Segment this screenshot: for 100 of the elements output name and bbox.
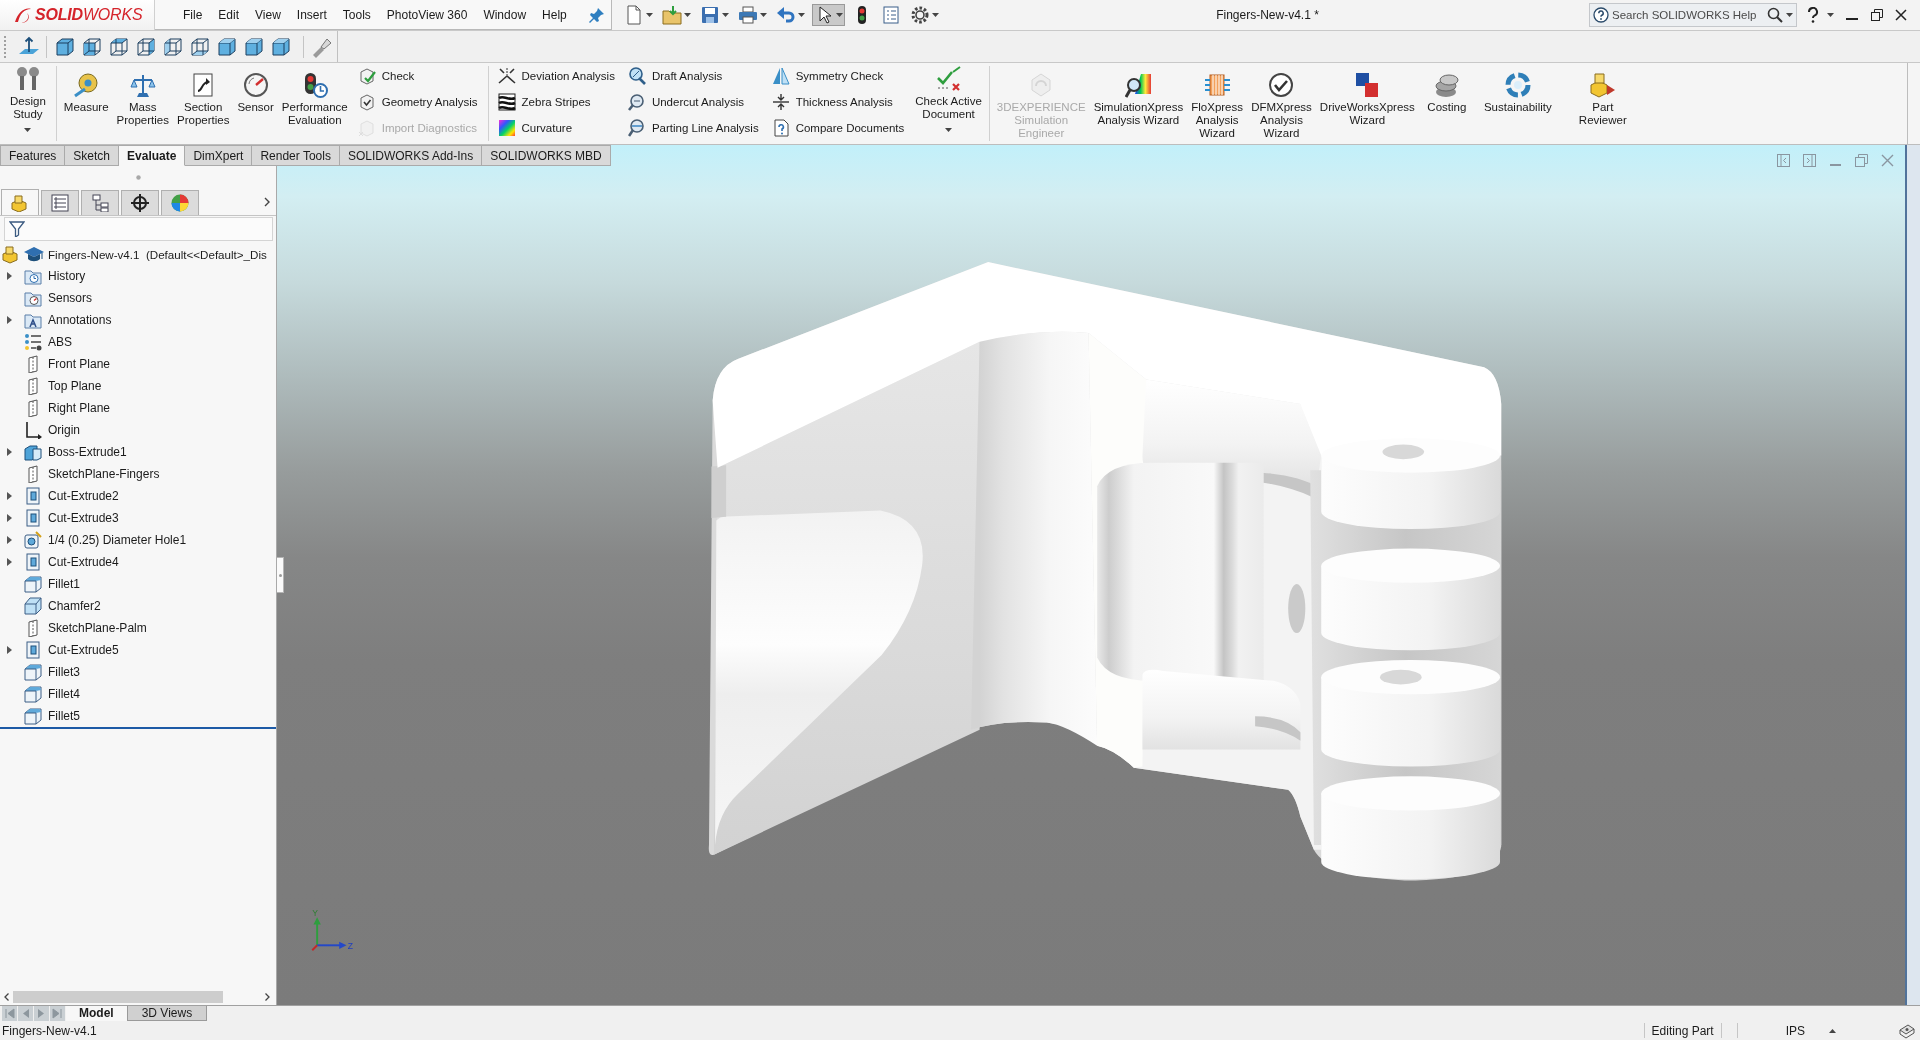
expand-arrow-icon[interactable] <box>7 272 12 280</box>
tree-item[interactable]: Cut-Extrude5 <box>48 643 119 657</box>
scrollbar-thumb[interactable] <box>13 991 223 1003</box>
ribbon-button[interactable]: Section Properties <box>173 66 234 127</box>
ribbon-button[interactable]: Zebra Stripes <box>497 92 615 112</box>
menu-item[interactable]: Help <box>534 5 575 24</box>
tree-item[interactable]: Front Plane <box>48 357 111 371</box>
chevron-right-icon[interactable] <box>264 196 270 207</box>
menu-item[interactable]: Window <box>475 5 535 24</box>
ribbon-button[interactable]: FloXpress Analysis Wizard <box>1187 66 1248 140</box>
menu-item[interactable]: PhotoView 360 <box>378 5 476 24</box>
ribbon-button[interactable]: Draft Analysis <box>627 66 759 86</box>
cube-icon[interactable] <box>135 35 157 58</box>
tab[interactable]: Model <box>66 1006 127 1021</box>
ribbon-button[interactable]: Parting Line Analysis <box>627 118 759 138</box>
tree-item[interactable]: ABS <box>48 335 72 349</box>
tree-item[interactable]: 1/4 (0.25) Diameter Hole1 <box>48 533 187 547</box>
tree-item[interactable]: History <box>48 269 86 283</box>
ribbon-button[interactable]: Check <box>357 66 478 86</box>
tab[interactable]: Sketch <box>65 145 120 166</box>
tab[interactable]: SOLIDWORKS MBD <box>482 145 611 166</box>
menu-item[interactable]: File <box>175 5 211 24</box>
ribbon-button[interactable]: SimulationXpress Analysis Wizard <box>1089 66 1188 127</box>
tree-root-item[interactable]: Fingers-New-v4.1 (Default<<Default>_Dis <box>48 247 267 261</box>
ribbon-button[interactable]: Deviation Analysis <box>497 66 615 86</box>
tree-item[interactable]: Fillet4 <box>48 687 80 701</box>
3d-part-drawing[interactable] <box>708 262 1502 881</box>
ribbon-button[interactable]: Symmetry Check <box>771 66 905 86</box>
tree-item[interactable]: Right Plane <box>48 401 111 415</box>
ribbon-button[interactable]: Sensor <box>233 66 278 114</box>
tree-item[interactable]: Top Plane <box>48 379 102 393</box>
expand-arrow-icon[interactable] <box>7 492 12 500</box>
expand-arrow-icon[interactable] <box>7 646 12 654</box>
tree-item[interactable]: Annotations <box>48 313 112 327</box>
ribbon-button[interactable]: DFMXpress Analysis Wizard <box>1247 66 1316 140</box>
menu-item[interactable]: Edit <box>210 5 248 24</box>
menu-item[interactable]: Insert <box>288 5 335 24</box>
ribbon-button[interactable]: Compare Documents <box>771 118 905 138</box>
tree-item[interactable]: SketchPlane-Palm <box>48 621 147 635</box>
cube-icon[interactable] <box>81 35 103 58</box>
tilted-box-icon[interactable] <box>1899 1022 1915 1039</box>
filter-field[interactable] <box>4 217 273 241</box>
tab[interactable]: Render Tools <box>252 145 340 166</box>
cube-icon[interactable] <box>270 35 292 58</box>
ribbon-button[interactable]: Geometry Analysis <box>357 92 478 112</box>
tree-item[interactable]: Cut-Extrude3 <box>48 511 119 525</box>
expand-arrow-icon[interactable] <box>7 448 12 456</box>
expand-arrow-icon[interactable] <box>7 514 12 522</box>
pin-icon[interactable] <box>588 6 605 23</box>
ribbon-button[interactable]: Part Reviewer <box>1560 66 1645 127</box>
splitter-handle[interactable] <box>277 557 284 593</box>
ribbon-button[interactable]: Curvature <box>497 118 615 138</box>
tree-item[interactable]: Cut-Extrude2 <box>48 489 119 503</box>
cube-icon[interactable] <box>189 35 211 58</box>
expand-arrow-icon[interactable] <box>7 316 12 324</box>
tree-item[interactable]: Cut-Extrude4 <box>48 555 119 569</box>
tree-item[interactable]: Sensors <box>48 291 93 305</box>
expand-arrow-icon[interactable] <box>7 558 12 566</box>
ribbon-button[interactable]: Design Study <box>6 66 50 132</box>
grip-dot-icon[interactable] <box>135 174 141 180</box>
units-selector[interactable]: IPS <box>1785 1023 1805 1038</box>
ribbon-button[interactable]: Thickness Analysis <box>771 92 905 112</box>
scroll-right-icon[interactable] <box>265 993 270 1001</box>
tree-item[interactable]: Fillet3 <box>48 665 80 679</box>
tab[interactable]: DimXpert <box>185 145 253 166</box>
ribbon-button[interactable]: Undercut Analysis <box>627 92 759 112</box>
caret-up-icon[interactable] <box>1829 1028 1836 1033</box>
tree-item[interactable]: Fillet5 <box>48 709 80 723</box>
restore-icon[interactable] <box>1871 9 1883 21</box>
panel-tab[interactable] <box>121 190 159 215</box>
search-input[interactable]: Search SOLIDWORKS Help <box>1612 9 1764 21</box>
tab[interactable]: Evaluate <box>119 145 186 166</box>
cube-icon[interactable] <box>108 35 130 58</box>
tab[interactable]: 3D Views <box>126 1006 208 1021</box>
ribbon-button[interactable]: Sustainability <box>1474 66 1561 114</box>
cube-icon[interactable] <box>216 35 238 58</box>
tree-item[interactable]: Boss-Extrude1 <box>48 445 127 459</box>
tree-item[interactable]: Fillet1 <box>48 577 80 591</box>
cube-icon[interactable] <box>162 35 184 58</box>
ribbon-button[interactable]: Costing <box>1418 66 1475 114</box>
cube-icon[interactable] <box>243 35 265 58</box>
scroll-left-icon[interactable] <box>4 993 9 1001</box>
ribbon-button[interactable]: Performance Evaluation <box>277 66 352 127</box>
ribbon-button[interactable]: Measure <box>59 66 113 114</box>
menu-item[interactable]: View <box>247 5 289 24</box>
close-icon[interactable] <box>1895 9 1907 21</box>
toolbar-button[interactable] <box>812 4 845 26</box>
help-icon[interactable] <box>1807 7 1819 23</box>
caret-icon[interactable] <box>1827 13 1834 17</box>
search-field[interactable]: Search SOLIDWORKS Help <box>1589 3 1797 27</box>
ribbon-button[interactable]: DriveWorksXpress Wizard <box>1315 66 1419 127</box>
ribbon-button[interactable]: Mass Properties <box>112 66 173 127</box>
tree-item[interactable]: Origin <box>48 423 80 437</box>
menu-item[interactable]: Tools <box>334 5 379 24</box>
ribbon-button[interactable]: Check Active Document <box>911 66 986 132</box>
expand-arrow-icon[interactable] <box>7 536 12 544</box>
cube-icon[interactable] <box>54 35 76 58</box>
tree-item[interactable]: Chamfer2 <box>48 599 101 613</box>
tree-item[interactable]: SketchPlane-Fingers <box>48 467 160 481</box>
search-icon[interactable] <box>1767 7 1783 23</box>
